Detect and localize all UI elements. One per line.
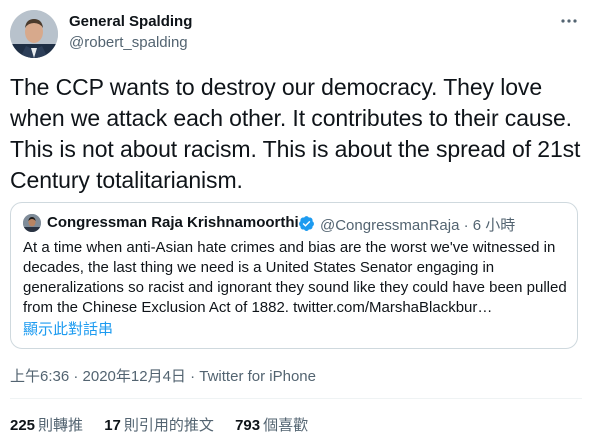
show-thread-link[interactable]: 顯示此對話串: [23, 320, 113, 340]
quoted-tweet[interactable]: Congressman Raja Krishnamoorthi @Congres…: [10, 202, 578, 349]
author-avatar[interactable]: [10, 10, 58, 58]
retweets-stat[interactable]: 225 則轉推: [10, 414, 83, 435]
tweet-stats: 225 則轉推 17 則引用的推文 793 個喜歡: [10, 414, 325, 435]
quotes-label: 則引用的推文: [123, 417, 214, 434]
more-dots-icon[interactable]: [558, 12, 580, 30]
tweet-timestamp-link[interactable]: 上午6:36 · 2020年12月4日: [10, 368, 186, 385]
author-names: General Spalding @robert_spalding: [69, 12, 192, 53]
author-avatar-image: [10, 10, 58, 58]
quotes-count: 17: [104, 417, 121, 434]
meta-separator: ·: [190, 368, 196, 385]
likes-label: 個喜歡: [263, 417, 309, 434]
quotes-stat[interactable]: 17 則引用的推文: [104, 414, 214, 435]
quoted-tweet-text: At a time when anti-Asian hate crimes an…: [23, 239, 567, 316]
verified-badge-icon: [298, 215, 315, 232]
quoted-author-handle: @CongressmanRaja: [320, 217, 460, 234]
likes-count: 793: [235, 417, 261, 434]
quoted-meta: @CongressmanRaja · 6 小時: [320, 214, 515, 235]
quoted-separator: ·: [463, 217, 469, 234]
tweet-meta: 上午6:36 · 2020年12月4日 · Twitter for iPhone: [10, 365, 316, 386]
tweet-header: General Spalding @robert_spalding: [10, 10, 582, 58]
quoted-author-display-name: Congressman Raja Krishnamoorthi: [47, 214, 299, 231]
retweets-count: 225: [10, 417, 36, 434]
quoted-time: 6 小時: [472, 217, 516, 234]
quoted-author-avatar: [23, 214, 41, 232]
divider: [10, 398, 582, 399]
retweets-label: 則轉推: [38, 417, 84, 434]
tweet-source-link[interactable]: Twitter for iPhone: [199, 368, 316, 385]
likes-stat[interactable]: 793 個喜歡: [235, 414, 308, 435]
author-handle[interactable]: @robert_spalding: [69, 33, 192, 53]
tweet-text: The CCP wants to destroy our democracy. …: [10, 74, 581, 193]
tweet-detail: General Spalding @robert_spalding The CC…: [0, 0, 592, 444]
author-display-name[interactable]: General Spalding: [69, 12, 192, 32]
